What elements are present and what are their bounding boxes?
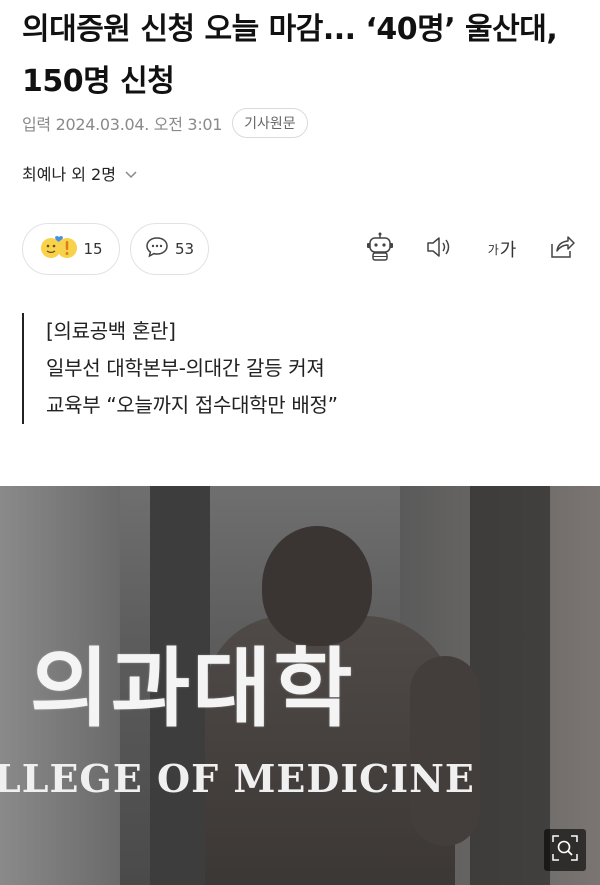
chevron-down-icon — [124, 166, 138, 180]
publish-date: 입력 2024.03.04. 오전 3:01 — [22, 115, 223, 134]
photo-zoom-button[interactable] — [544, 829, 586, 871]
share-icon — [548, 234, 576, 264]
article-headline: 의대증원 신청 오늘 마감... ‘40명’ 울산대, 150명 신청 — [22, 12, 558, 99]
speaker-icon — [425, 235, 455, 263]
comment-count: 53 — [174, 240, 195, 258]
photo-sign-english: LLEGE OF MEDICINE — [0, 756, 475, 801]
reaction-count: 15 — [83, 240, 103, 258]
font-size-large-label: 가 — [499, 240, 517, 261]
photo-background — [470, 486, 550, 885]
photo-sign-korean: 의과대학 — [30, 639, 355, 739]
summary-line: 일부선 대학본부-의대간 갈등 커져 — [46, 356, 325, 380]
author-name: 최예나 외 2명 — [22, 165, 116, 184]
original-article-button[interactable]: 기사원문 — [232, 108, 308, 138]
reaction-toolbar: 15 53 가 가 — [22, 223, 582, 275]
article-meta: 입력 2024.03.04. 오전 3:01 기사원문 — [22, 106, 308, 140]
robot-icon — [364, 232, 396, 266]
article-summary: [의료공백 혼란] 일부선 대학본부-의대간 갈등 커져 교육부 “오늘까지 접… — [22, 313, 582, 424]
font-size-small-label: 가 — [487, 242, 499, 257]
ai-summary-button[interactable] — [362, 232, 398, 266]
summary-line: [의료공백 혼란] — [46, 319, 176, 343]
font-size-button[interactable]: 가가 — [482, 233, 522, 265]
photo-person — [410, 656, 480, 846]
comment-icon — [145, 236, 169, 262]
article-photo[interactable]: 의과대학 LLEGE OF MEDICINE — [0, 486, 600, 885]
listen-button[interactable] — [424, 233, 456, 265]
summary-line: 교육부 “오늘까지 접수대학만 배정” — [46, 393, 338, 417]
reaction-emoji-icon — [39, 234, 78, 264]
share-button[interactable] — [546, 233, 578, 265]
author-toggle[interactable]: 최예나 외 2명 — [22, 160, 138, 186]
zoom-icon — [551, 834, 579, 866]
reaction-button[interactable]: 15 — [22, 223, 120, 275]
comment-button[interactable]: 53 — [130, 223, 209, 275]
